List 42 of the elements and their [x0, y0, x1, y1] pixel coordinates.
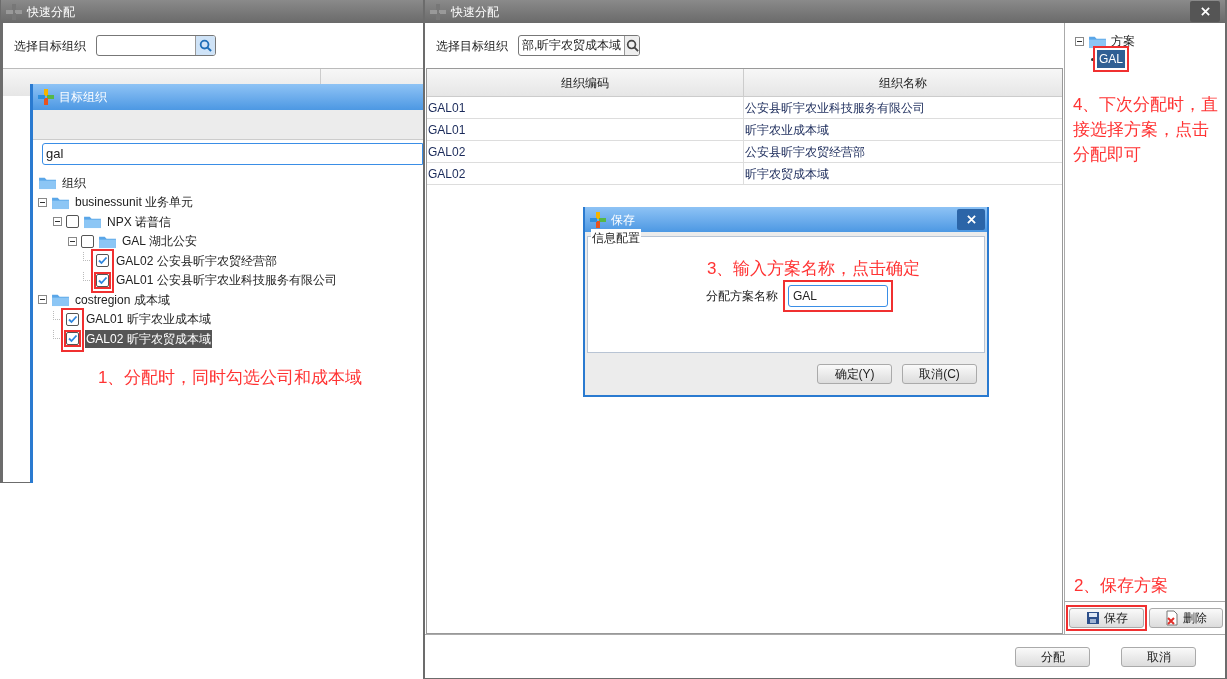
table-cell-text: 昕宇农贸成本域	[744, 165, 830, 183]
window-title: 快速分配	[27, 3, 75, 21]
tree-item[interactable]: GAL	[1097, 50, 1125, 68]
group-title: 信息配置	[591, 229, 641, 247]
window-title: 目标组织	[59, 89, 107, 106]
field-label: 选择目标组织	[436, 37, 508, 55]
annotation-text: 3、输入方案名称，点击确定	[707, 258, 922, 280]
table-cell: GAL01	[427, 97, 744, 118]
tree-item[interactable]: 方案	[1111, 32, 1135, 50]
annotation-text: 2、保存方案	[1074, 575, 1170, 597]
tree-item[interactable]: 组织	[61, 173, 87, 192]
tree-item[interactable]: NPX 诺普信	[106, 212, 172, 231]
annotation-text: 4、下次分配时，直接选择方案，点击分配即可	[1073, 94, 1220, 166]
button[interactable]: 取消(C)	[902, 364, 977, 384]
table-cell-text: 公安县昕宇农贸经营部	[744, 143, 866, 161]
button[interactable]: 保存	[1069, 608, 1144, 628]
annotation-text: 1、分配时，同时勾选公司和成本域	[98, 367, 364, 389]
window-title: 保存	[611, 211, 635, 229]
field-label: 选择目标组织	[14, 37, 86, 55]
table-cell: GAL02	[427, 141, 744, 162]
field-label: 分配方案名称	[706, 288, 778, 305]
table-cell-text: 公安县昕宇农业科技服务有限公司	[744, 99, 926, 117]
table-cell: GAL01	[427, 119, 744, 140]
button[interactable]: 删除	[1149, 608, 1223, 628]
tree-item[interactable]: businessunit 业务单元	[74, 193, 195, 212]
column-header[interactable]: 组织名称	[744, 69, 1062, 96]
tree-item[interactable]: GAL01 昕宇农业成本域	[85, 310, 212, 329]
table-cell-text: 昕宇农业成本域	[744, 121, 830, 139]
input-field[interactable]: GAL	[788, 285, 888, 307]
window-title: 快速分配	[451, 3, 499, 21]
button[interactable]: 取消	[1121, 646, 1196, 667]
tree-item[interactable]: GAL01 公安县昕宇农业科技服务有限公司	[115, 271, 338, 290]
tree-item[interactable]: GAL 湖北公安	[121, 232, 198, 251]
button[interactable]: 分配	[1015, 646, 1090, 667]
tree-item[interactable]: GAL02 昕宇农贸成本域	[85, 329, 212, 348]
search-field[interactable]: 部,昕宇农贸成本域	[518, 35, 640, 56]
tree-item[interactable]: costregion 成本域	[74, 290, 171, 309]
table-cell: GAL02	[427, 163, 744, 184]
button[interactable]: 确定(Y)	[817, 364, 892, 384]
search-field[interactable]: gal	[42, 143, 423, 165]
column-header[interactable]: 组织编码	[427, 69, 744, 96]
tree-item[interactable]: GAL02 公安县昕宇农贸经营部	[115, 251, 278, 270]
